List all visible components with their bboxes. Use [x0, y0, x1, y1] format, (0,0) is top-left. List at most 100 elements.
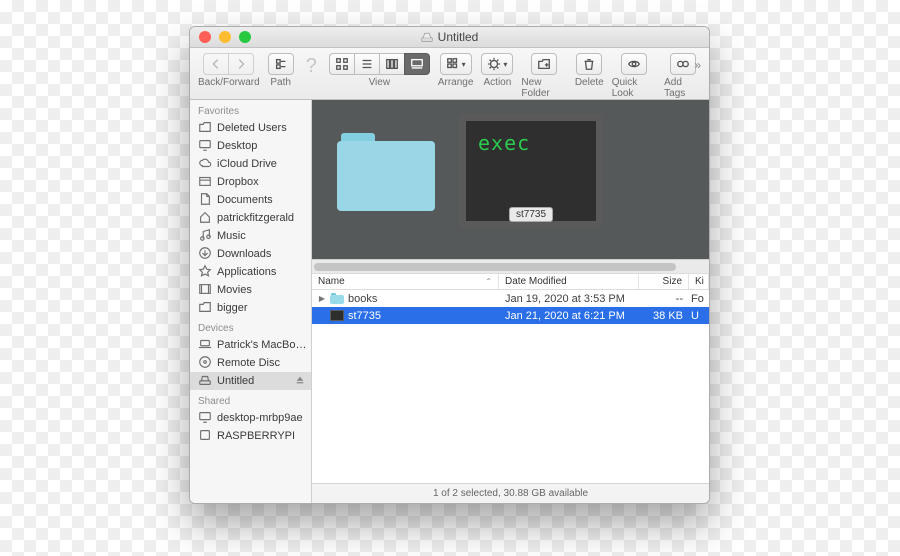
column-size[interactable]: Size: [639, 274, 689, 289]
sidebar-item[interactable]: Movies: [190, 281, 311, 299]
sidebar-item-label: Documents: [217, 194, 273, 206]
back-button[interactable]: [203, 53, 228, 75]
generic-icon: [198, 428, 212, 445]
sidebar-item[interactable]: RASPBERRYPI: [190, 427, 311, 445]
table-row[interactable]: st7735Jan 21, 2020 at 6:21 PM38 KBU: [312, 307, 709, 324]
display-icon: [198, 410, 212, 427]
arrange-button[interactable]: ▾: [440, 53, 472, 75]
back-forward-group: Back/Forward: [198, 53, 260, 88]
file-kind: U: [689, 310, 709, 322]
quick-look-button[interactable]: [621, 53, 647, 75]
sidebar-item-label: Desktop: [217, 140, 257, 152]
window-title: Untitled: [190, 30, 709, 44]
file-date: Jan 19, 2020 at 3:53 PM: [499, 293, 639, 305]
new-folder-label: New Folder: [521, 77, 566, 99]
sidebar-item[interactable]: desktop-mrbp9ae: [190, 409, 311, 427]
path-label: Path: [270, 77, 291, 88]
sidebar-devices: Patrick's MacBo… Remote Disc Untitled: [190, 336, 311, 390]
table-row[interactable]: ▶booksJan 19, 2020 at 3:53 PM--Fo: [312, 290, 709, 307]
view-icon-button[interactable]: [329, 53, 354, 75]
sidebar: Favorites Deleted UsersDesktopiCloud Dri…: [190, 100, 312, 503]
minimize-icon[interactable]: [219, 31, 231, 43]
file-kind: Fo: [689, 293, 709, 305]
view-gallery-button[interactable]: [404, 53, 430, 75]
sidebar-item[interactable]: Documents: [190, 191, 311, 209]
quick-look-label: Quick Look: [612, 77, 656, 99]
sidebar-item[interactable]: patrickfitzgerald: [190, 209, 311, 227]
column-name[interactable]: Name⌃: [312, 274, 499, 289]
display-icon: [198, 138, 212, 155]
file-name: st7735: [348, 310, 381, 322]
delete-group: Delete: [575, 53, 604, 88]
close-icon[interactable]: [199, 31, 211, 43]
action-button[interactable]: ▾: [481, 53, 513, 75]
laptop-icon: [198, 337, 212, 354]
sidebar-item-label: Movies: [217, 284, 252, 296]
finder-window: Untitled Back/Forward Path ? View: [189, 26, 710, 504]
toolbar-overflow-icon[interactable]: »: [694, 58, 701, 72]
sidebar-item-label: Deleted Users: [217, 122, 287, 134]
maximize-icon[interactable]: [239, 31, 251, 43]
file-size: 38 KB: [639, 310, 689, 322]
sidebar-item-label: bigger: [217, 302, 248, 314]
gallery-scrollbar[interactable]: [312, 259, 709, 273]
column-kind[interactable]: Ki: [689, 274, 709, 289]
new-folder-button[interactable]: [531, 53, 557, 75]
exec-icon: [330, 310, 344, 321]
sidebar-item[interactable]: Downloads: [190, 245, 311, 263]
view-list-button[interactable]: [354, 53, 379, 75]
drive-icon: [198, 373, 212, 390]
column-date[interactable]: Date Modified: [499, 274, 639, 289]
window-body: Favorites Deleted UsersDesktopiCloud Dri…: [190, 100, 709, 503]
path-button[interactable]: [268, 53, 294, 75]
sidebar-heading-devices: Devices: [190, 317, 311, 336]
sidebar-item-label: Downloads: [217, 248, 271, 260]
back-forward-label: Back/Forward: [198, 77, 260, 88]
window-controls: [190, 31, 251, 43]
new-folder-group: New Folder: [521, 53, 566, 99]
sidebar-item[interactable]: iCloud Drive: [190, 155, 311, 173]
sidebar-item-label: Applications: [217, 266, 276, 278]
forward-button[interactable]: [228, 53, 254, 75]
music-icon: [198, 228, 212, 245]
sidebar-item-label: iCloud Drive: [217, 158, 277, 170]
folder-icon: [198, 120, 212, 137]
view-group: View: [329, 53, 430, 88]
list-header: Name⌃ Date Modified Size Ki: [312, 273, 709, 290]
sidebar-item[interactable]: bigger: [190, 299, 311, 317]
eject-icon[interactable]: [295, 375, 305, 388]
sidebar-item[interactable]: Untitled: [190, 372, 311, 390]
help-icon: ?: [302, 53, 321, 80]
folder-icon: [330, 293, 344, 304]
gallery-strip[interactable]: exec st7735: [312, 100, 709, 273]
add-tags-button[interactable]: [670, 53, 696, 75]
add-tags-label: Add Tags: [664, 77, 701, 99]
sidebar-item[interactable]: Desktop: [190, 137, 311, 155]
sidebar-item[interactable]: Deleted Users: [190, 119, 311, 137]
sidebar-item[interactable]: Dropbox: [190, 173, 311, 191]
file-list: ▶booksJan 19, 2020 at 3:53 PM--Fost7735J…: [312, 290, 709, 483]
arrange-group: ▾ Arrange: [438, 53, 474, 88]
delete-button[interactable]: [576, 53, 602, 75]
file-size: --: [639, 293, 689, 305]
delete-label: Delete: [575, 77, 604, 88]
view-column-button[interactable]: [379, 53, 404, 75]
sidebar-item[interactable]: Patrick's MacBo…: [190, 336, 311, 354]
exec-icon-text: exec: [466, 121, 596, 155]
titlebar: Untitled: [190, 27, 709, 48]
path-group: Path: [268, 53, 294, 88]
sidebar-item[interactable]: Remote Disc: [190, 354, 311, 372]
folder-icon: [198, 300, 212, 317]
sidebar-item-label: Remote Disc: [217, 357, 280, 369]
quick-look-group: Quick Look: [612, 53, 656, 99]
gallery-item-exec[interactable]: exec st7735: [459, 114, 603, 228]
sidebar-favorites: Deleted Users Desktop iCloud Drive Dropbox D…: [190, 119, 311, 317]
sidebar-item[interactable]: Music: [190, 227, 311, 245]
disclosure-icon[interactable]: ▶: [318, 294, 326, 303]
status-bar: 1 of 2 selected, 30.88 GB available: [312, 483, 709, 503]
sidebar-heading-shared: Shared: [190, 390, 311, 409]
sidebar-item-label: Patrick's MacBo…: [217, 339, 307, 351]
gallery-item-folder[interactable]: [337, 133, 435, 211]
sidebar-item[interactable]: Applications: [190, 263, 311, 281]
disc-icon: [198, 355, 212, 372]
